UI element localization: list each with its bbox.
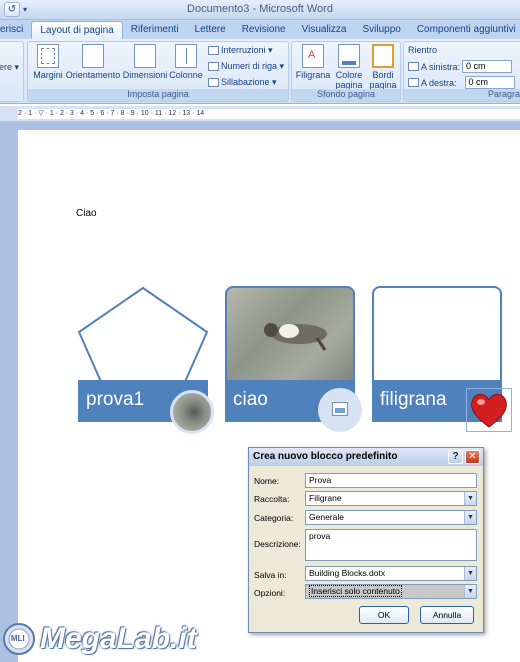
cat-photo[interactable] [225, 286, 355, 386]
tab-revisione[interactable]: Revisione [234, 21, 294, 39]
ruler-scale: 2 · 1 · ▽ · 1 · 2 · 3 · 4 · 5 · 6 · 7 · … [18, 109, 520, 119]
annulla-button[interactable]: Annulla [420, 606, 474, 624]
rientro-label: Rientro [408, 45, 438, 55]
margini-button[interactable]: Margini [31, 44, 65, 80]
colonne-button[interactable]: Colonne [168, 44, 204, 80]
horizontal-ruler[interactable]: 2 · 1 · ▽ · 1 · 2 · 3 · 4 · 5 · 6 · 7 · … [0, 106, 520, 122]
empty-frame-shape[interactable] [372, 286, 502, 386]
tab-componenti-aggiuntivi[interactable]: Componenti aggiuntivi [409, 21, 520, 39]
chevron-down-icon[interactable]: ▼ [464, 492, 476, 505]
margini-icon [37, 44, 59, 68]
tab-sviluppo[interactable]: Sviluppo [354, 21, 408, 39]
opzioni-select[interactable]: Inserisci solo contenuto ▼ [305, 584, 477, 599]
salva-in-value: Building Blocks.dotx [309, 568, 386, 578]
dimensioni-icon [134, 44, 156, 68]
numeri-di-riga-button[interactable]: Numeri di riga ▾ [208, 61, 284, 72]
picture-placeholder-circle [318, 388, 362, 432]
interruzioni-icon [208, 46, 219, 55]
colonne-label: Colonne [169, 70, 203, 80]
crea-nuovo-blocco-dialog: Crea nuovo blocco predefinito ? ✕ Nome: … [248, 447, 484, 633]
pentagon-shape[interactable] [76, 286, 210, 386]
bordi-pagina-label-1: Bordi [372, 70, 394, 80]
sfondo-pagina-label: Sfondo pagina [292, 89, 400, 101]
help-button[interactable]: ? [448, 450, 463, 464]
margini-label: Margini [33, 70, 63, 80]
a-destra-row: A destra: 0 cm [408, 76, 515, 89]
interruzioni-label: Interruzioni ▾ [221, 45, 273, 55]
paint-bucket-icon [338, 44, 360, 68]
opzioni-value: Inserisci solo contenuto [309, 585, 402, 597]
nome-label: Nome: [254, 476, 280, 486]
descrizione-label: Descrizione: [254, 539, 301, 549]
document-text[interactable]: Ciao [76, 208, 97, 219]
colonne-icon [175, 44, 197, 68]
numeri-di-riga-label: Numeri di riga ▾ [221, 61, 285, 71]
a-sinistra-input[interactable]: 0 cm [462, 60, 513, 73]
paragrafo-label: Paragra [404, 89, 520, 101]
ribbon: ere ▾ Margini Orientamento Dimensioni Co… [0, 39, 520, 104]
cat-photo-thumbnail [170, 390, 214, 434]
a-sinistra-label: A sinistra: [421, 61, 461, 72]
dimensioni-button[interactable]: Dimensioni [122, 44, 168, 80]
colore-pagina-label-1: Colore [335, 70, 363, 80]
partial-left-button[interactable]: ere ▾ [0, 62, 19, 73]
picture-icon [332, 402, 348, 416]
tab-visualizza[interactable]: Visualizza [294, 21, 355, 39]
chevron-down-icon[interactable]: ▼ [464, 511, 476, 524]
indent-right-icon [408, 78, 419, 87]
tab-lettere[interactable]: Lettere [187, 21, 234, 39]
salva-in-label: Salva in: [254, 570, 287, 580]
opzioni-label: Opzioni: [254, 588, 286, 598]
raccolta-value: Filigrane [309, 493, 342, 503]
filigrana-icon: A [302, 44, 324, 68]
orientamento-button[interactable]: Orientamento [65, 44, 121, 80]
interruzioni-button[interactable]: Interruzioni ▾ [208, 45, 273, 56]
indent-left-icon [408, 62, 419, 71]
orientamento-icon [82, 44, 104, 68]
filigrana-button[interactable]: A Filigrana [295, 44, 331, 80]
cat-photo-content [264, 323, 327, 351]
categoria-select[interactable]: Generale ▼ [305, 510, 477, 525]
group-partial-left: ere ▾ [0, 41, 24, 102]
ok-button[interactable]: OK [359, 606, 409, 624]
bordi-pagina-icon [372, 44, 394, 68]
chevron-down-icon[interactable]: ▼ [464, 567, 476, 580]
imposta-pagina-label: Imposta pagina [28, 89, 288, 101]
window-title: Documento3 - Microsoft Word [187, 3, 333, 15]
categoria-value: Generale [309, 512, 344, 522]
a-destra-label: A destra: [421, 77, 457, 88]
chevron-down-icon[interactable]: ▼ [464, 585, 476, 598]
megalab-badge-text: MLI [11, 634, 25, 643]
group-paragrafo: Rientro A sinistra: 0 cm A destra: 0 cm … [403, 41, 520, 102]
heart-image-selection[interactable] [466, 388, 512, 432]
sillabazione-button[interactable]: Sillabazione ▾ [208, 77, 277, 88]
heart-icon [471, 393, 507, 428]
bordi-pagina-button[interactable]: Bordi pagina [368, 44, 398, 90]
orientamento-label: Orientamento [65, 70, 121, 80]
tab-layout-di-pagina[interactable]: Layout di pagina [31, 21, 123, 39]
raccolta-select[interactable]: Filigrane ▼ [305, 491, 477, 506]
ribbon-tabs: erisci Layout di pagina Riferimenti Lett… [0, 20, 520, 39]
filigrana-label: Filigrana [295, 70, 331, 80]
megalab-logo: MLI MegaLab.it [2, 622, 197, 656]
sillabazione-icon [208, 78, 219, 87]
sillabazione-label: Sillabazione ▾ [221, 77, 277, 87]
group-imposta-pagina: Margini Orientamento Dimensioni Colonne … [27, 41, 289, 102]
title-bar: ↺ ▾ Documento3 - Microsoft Word [0, 0, 520, 20]
group-sfondo-pagina: A Filigrana Colore pagina ▾ Bordi pagina… [291, 41, 401, 102]
a-sinistra-row: A sinistra: 0 cm [408, 60, 513, 73]
numeri-di-riga-icon [208, 62, 219, 71]
tab-riferimenti[interactable]: Riferimenti [123, 21, 187, 39]
close-button[interactable]: ✕ [465, 450, 480, 464]
megalab-logo-text: MegaLab.it [40, 622, 197, 655]
nome-input[interactable]: Prova [305, 473, 477, 488]
dimensioni-label: Dimensioni [122, 70, 168, 80]
categoria-label: Categoria: [254, 513, 294, 523]
descrizione-textarea[interactable]: prova [305, 529, 477, 561]
tab-inserisci[interactable]: erisci [0, 21, 31, 39]
raccolta-label: Raccolta: [254, 494, 290, 504]
salva-in-select[interactable]: Building Blocks.dotx ▼ [305, 566, 477, 581]
a-destra-input[interactable]: 0 cm [464, 76, 515, 89]
